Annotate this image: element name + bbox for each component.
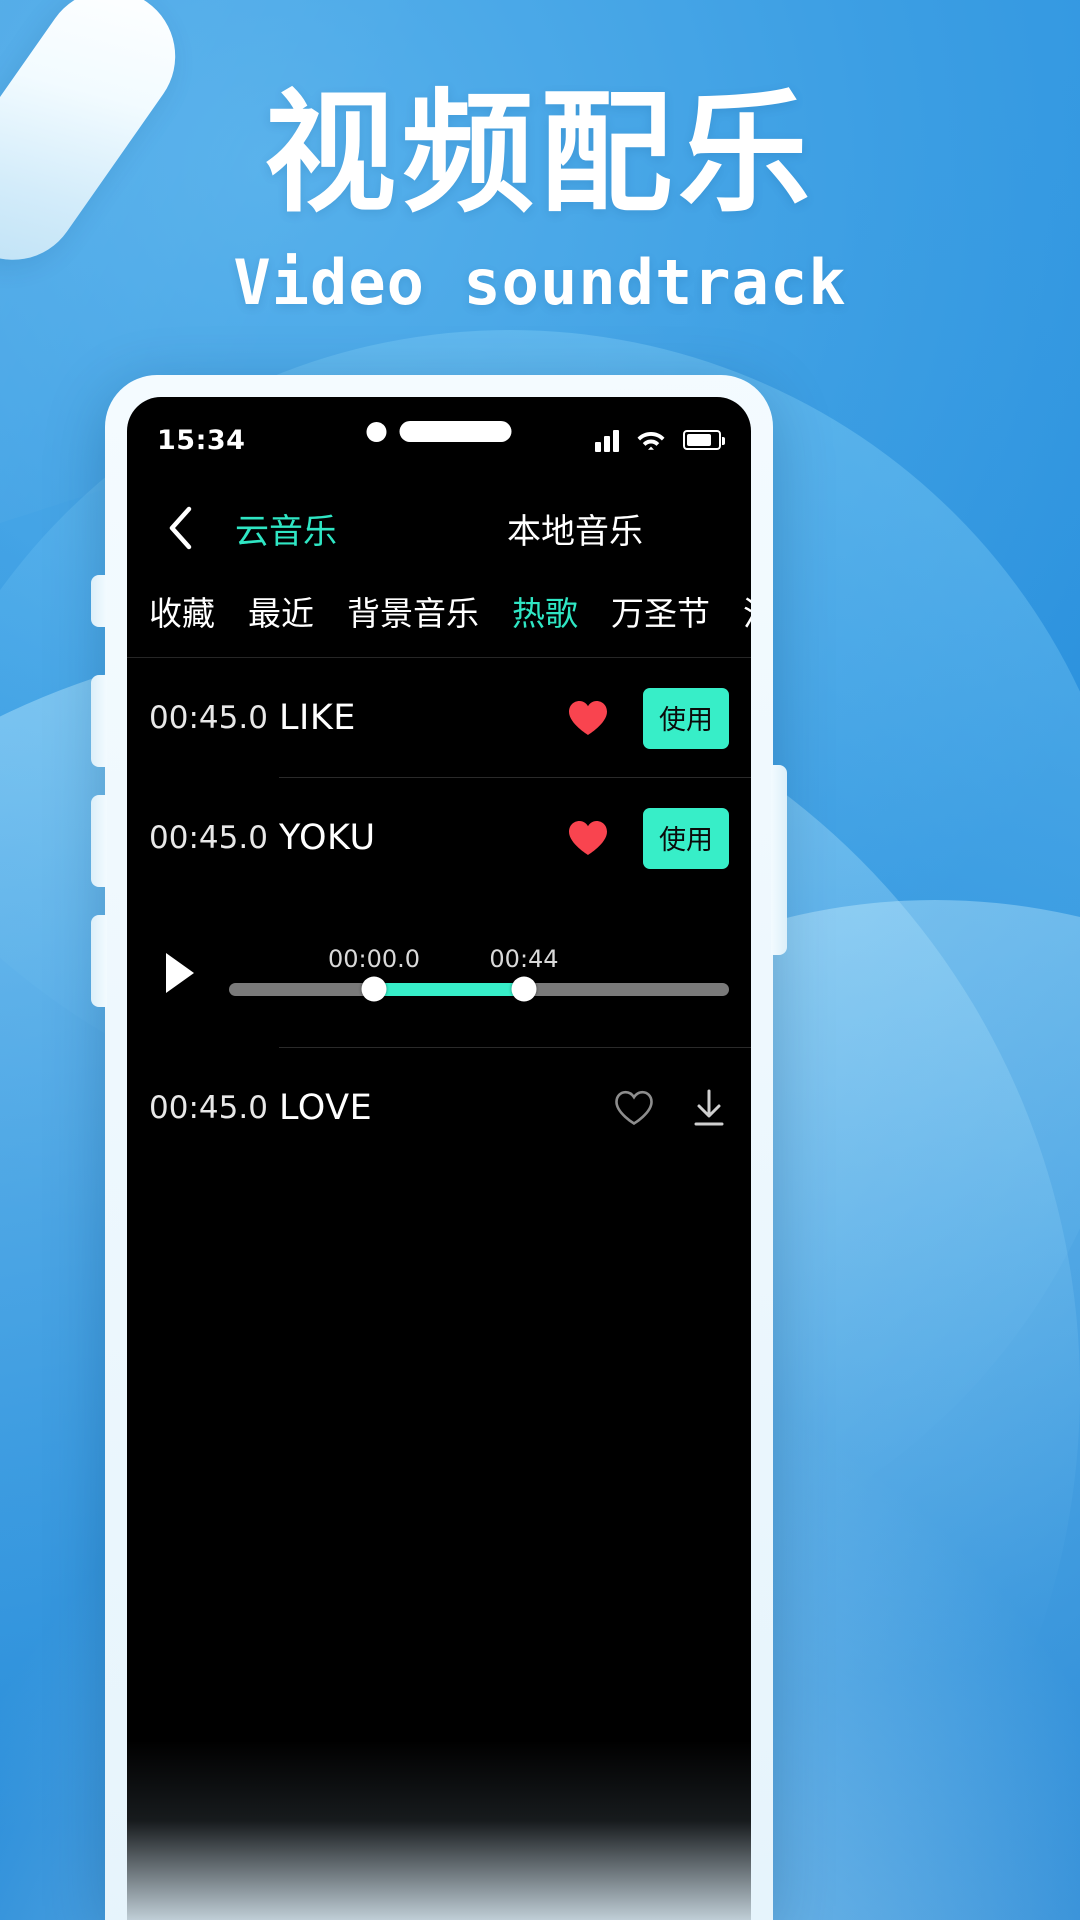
trim-slider-fill	[374, 982, 524, 996]
phone-button-right[interactable]	[771, 765, 787, 955]
trim-slider[interactable]: 00:00.0 00:44	[229, 945, 729, 1002]
heart-filled-icon[interactable]	[567, 699, 609, 737]
song-duration: 00:45.0	[149, 820, 268, 856]
song-list: 00:45.0 LIKE 使用 00:45.0 YOKU 使用 00:00.0 …	[127, 658, 751, 1168]
song-duration: 00:45.0	[149, 1090, 268, 1126]
status-bar: 15:34	[127, 397, 751, 483]
phone-button-side-2[interactable]	[91, 675, 107, 767]
audio-player-row[interactable]: 00:00.0 00:44	[127, 898, 751, 1048]
phone-button-side-1[interactable]	[91, 575, 107, 627]
play-triangle-icon[interactable]	[149, 951, 211, 995]
speaker-pill-icon	[399, 421, 512, 442]
camera-notch	[366, 421, 512, 442]
song-actions	[613, 1087, 729, 1129]
category-tab-halloween[interactable]: 万圣节	[611, 587, 710, 635]
trim-end-label: 00:44	[489, 944, 559, 973]
trim-slider-track[interactable]	[229, 976, 729, 1002]
song-title: YOKU	[279, 818, 376, 858]
screen-bottom-fade	[127, 1740, 751, 1920]
nav-tab-cloud-music[interactable]: 云音乐	[235, 504, 337, 553]
status-icons	[595, 428, 725, 452]
use-button[interactable]: 使用	[643, 687, 729, 749]
song-actions: 使用	[567, 807, 729, 869]
category-tab-recent[interactable]: 最近	[248, 587, 314, 635]
song-title: LIKE	[279, 698, 356, 738]
category-tab-background[interactable]: 背景音乐	[347, 587, 479, 635]
category-tab-favorites[interactable]: 收藏	[149, 587, 215, 635]
table-row[interactable]: 00:45.0 LOVE	[127, 1048, 751, 1168]
trim-slider-handle-start[interactable]	[361, 976, 387, 1002]
download-button[interactable]	[689, 1087, 729, 1129]
hero-title-en: Video soundtrack	[233, 246, 847, 319]
use-button[interactable]: 使用	[643, 807, 729, 869]
phone-button-side-3[interactable]	[91, 795, 107, 887]
trim-slider-handle-end[interactable]	[511, 976, 537, 1002]
chevron-left-icon[interactable]	[157, 505, 203, 551]
trim-start-label: 00:00.0	[327, 944, 421, 973]
category-tab-pop[interactable]: 流行	[743, 587, 751, 635]
phone-screen: 15:34 云音乐 本地音乐 收藏 最近 背景音乐 热歌 万圣节 00:45.0…	[127, 397, 751, 1920]
signal-icon	[595, 428, 619, 452]
nav-tab-local-music[interactable]: 本地音乐	[507, 504, 643, 553]
song-duration: 00:45.0	[149, 700, 268, 736]
top-navigation: 云音乐 本地音乐	[127, 483, 751, 573]
trim-slider-labels: 00:00.0 00:44	[229, 945, 729, 979]
hero-title-cn: 视频配乐	[264, 77, 816, 231]
phone-mockup: 15:34 云音乐 本地音乐 收藏 最近 背景音乐 热歌 万圣节 00:45.0…	[91, 375, 787, 1920]
heart-outline-icon[interactable]	[613, 1089, 655, 1127]
song-title: LOVE	[279, 1088, 373, 1128]
table-row[interactable]: 00:45.0 LIKE 使用	[127, 658, 751, 778]
song-actions: 使用	[567, 687, 729, 749]
category-tab-hot[interactable]: 热歌	[512, 587, 578, 635]
battery-icon	[683, 430, 725, 450]
hero-heading: 视频配乐 Video soundtrack	[0, 88, 1080, 319]
heart-filled-icon[interactable]	[567, 819, 609, 857]
wifi-icon	[636, 429, 666, 452]
status-time: 15:34	[157, 424, 246, 456]
camera-dot-icon	[366, 421, 387, 442]
phone-button-side-4[interactable]	[91, 915, 107, 1007]
category-tab-list[interactable]: 收藏 最近 背景音乐 热歌 万圣节 流行 圣诞	[127, 573, 751, 658]
nav-tab-list: 云音乐 本地音乐	[127, 504, 751, 553]
table-row[interactable]: 00:45.0 YOKU 使用	[127, 778, 751, 898]
